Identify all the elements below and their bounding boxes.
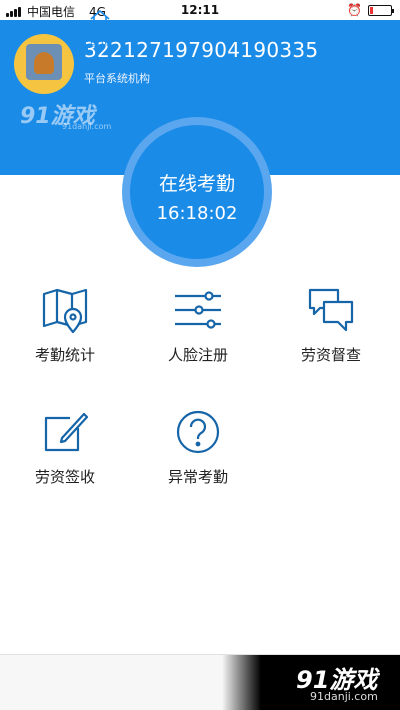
menu-labor-sign[interactable]: 劳资签收 — [10, 410, 120, 500]
user-org: 平台系统机构 — [84, 72, 150, 85]
avatar-figure — [34, 52, 54, 74]
status-time: 12:11 — [180, 3, 220, 17]
battery-level — [370, 6, 373, 14]
tab-home-label: 首页 — [89, 36, 111, 49]
battery-icon — [368, 4, 394, 16]
alarm-icon: ⏰ — [347, 3, 362, 17]
menu-abnormal-attendance[interactable]: 异常考勤 — [143, 410, 253, 500]
menu-label: 异常考勤 — [167, 468, 228, 486]
map-pin-icon — [42, 288, 88, 334]
status-right: ⏰ — [347, 3, 394, 17]
menu-attendance-stats[interactable]: 考勤统计 — [10, 288, 120, 378]
watermark-url-bottom: 91danji.com — [310, 690, 378, 703]
menu-label: 劳资签收 — [34, 468, 95, 486]
chat-bubbles-icon — [308, 288, 354, 332]
menu-face-register[interactable]: 人脸注册 — [143, 288, 253, 378]
edit-icon — [44, 412, 89, 452]
watermark-url: 91danji.com — [62, 122, 112, 131]
question-icon — [176, 410, 220, 454]
online-attendance-button[interactable]: 在线考勤 16:18:02 — [130, 125, 264, 259]
attendance-label: 在线考勤 — [158, 173, 235, 195]
status-bar: 中国电信 4G 12:11 ⏰ — [0, 0, 400, 20]
menu-label: 劳资督查 — [300, 346, 361, 364]
menu-labor-supervision[interactable]: 劳资督查 — [276, 288, 386, 378]
sliders-icon — [175, 291, 221, 329]
avatar[interactable] — [14, 34, 74, 94]
menu-label: 考勤统计 — [34, 346, 95, 364]
attendance-time: 16:18:02 — [156, 203, 238, 224]
menu-label: 人脸注册 — [167, 346, 228, 364]
home-icon — [90, 10, 110, 28]
tab-home[interactable]: 首页 — [70, 6, 130, 50]
